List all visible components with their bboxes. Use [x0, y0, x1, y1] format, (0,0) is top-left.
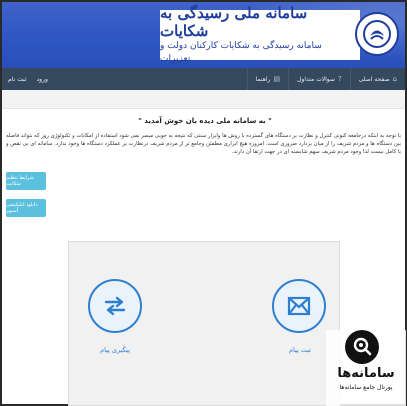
track-message-label[interactable]: پیگیری پیام [85, 346, 145, 354]
watermark-tagline: پورتال جامع سامانه‌ها [339, 384, 393, 391]
main-navbar: ⌂ صفحه اصلی ? سوالات متداول ▤ راهنما ثبت… [2, 68, 405, 90]
nav-item-label: سوالات متداول [297, 75, 335, 83]
welcome-heading: " به سامانه ملی دیده بان خوش آمدید " [138, 117, 272, 125]
exchange-arrows-icon [104, 296, 126, 316]
breadcrumb-bar [2, 90, 405, 109]
nav-item-faq[interactable]: ? سوالات متداول [288, 68, 350, 90]
magnifier-icon [353, 337, 372, 356]
home-icon: ⌂ [392, 75, 397, 83]
intro-description: با توجه به اینکه درجامعه کنونی کنترل و ن… [6, 133, 401, 155]
title-banner: سامانه ملی رسیدگی به شکایات سامانه رسیدگ… [160, 4, 360, 64]
site-subtitle: سامانه رسیدگی به شکایات کارکنان دولت و ت… [160, 41, 322, 64]
register-link[interactable]: ثبت نام [8, 76, 27, 83]
nav-item-home[interactable]: ⌂ صفحه اصلی [349, 68, 405, 90]
emblem-icon [363, 20, 391, 48]
download-app-button[interactable]: دانلود اپلیکیشن آسیور [6, 199, 46, 217]
nav-item-label: راهنما [255, 75, 271, 83]
site-header: سامانه ملی رسیدگی به شکایات سامانه رسیدگ… [2, 2, 405, 68]
nav-item-guide[interactable]: ▤ راهنما [246, 68, 288, 90]
site-title: سامانه ملی رسیدگی به شکایات [160, 4, 308, 40]
nav-item-label: صفحه اصلی [358, 75, 390, 83]
submit-message-button[interactable] [272, 279, 326, 333]
help-icon: ? [337, 75, 342, 83]
nav-auth-links: ثبت نام ورود [8, 68, 48, 90]
submit-message-label[interactable]: ثبت پیام [270, 346, 330, 354]
watermark-logo [345, 330, 379, 364]
watermark-brand: سامانه‌ها [337, 366, 395, 381]
site-logo[interactable] [355, 12, 399, 56]
login-link[interactable]: ورود [37, 76, 48, 83]
envelope-icon [287, 296, 311, 316]
complaint-terms-button[interactable]: شرایط تنظیم شکایت [6, 172, 46, 190]
book-icon: ▤ [273, 75, 281, 83]
track-message-button[interactable] [88, 279, 142, 333]
